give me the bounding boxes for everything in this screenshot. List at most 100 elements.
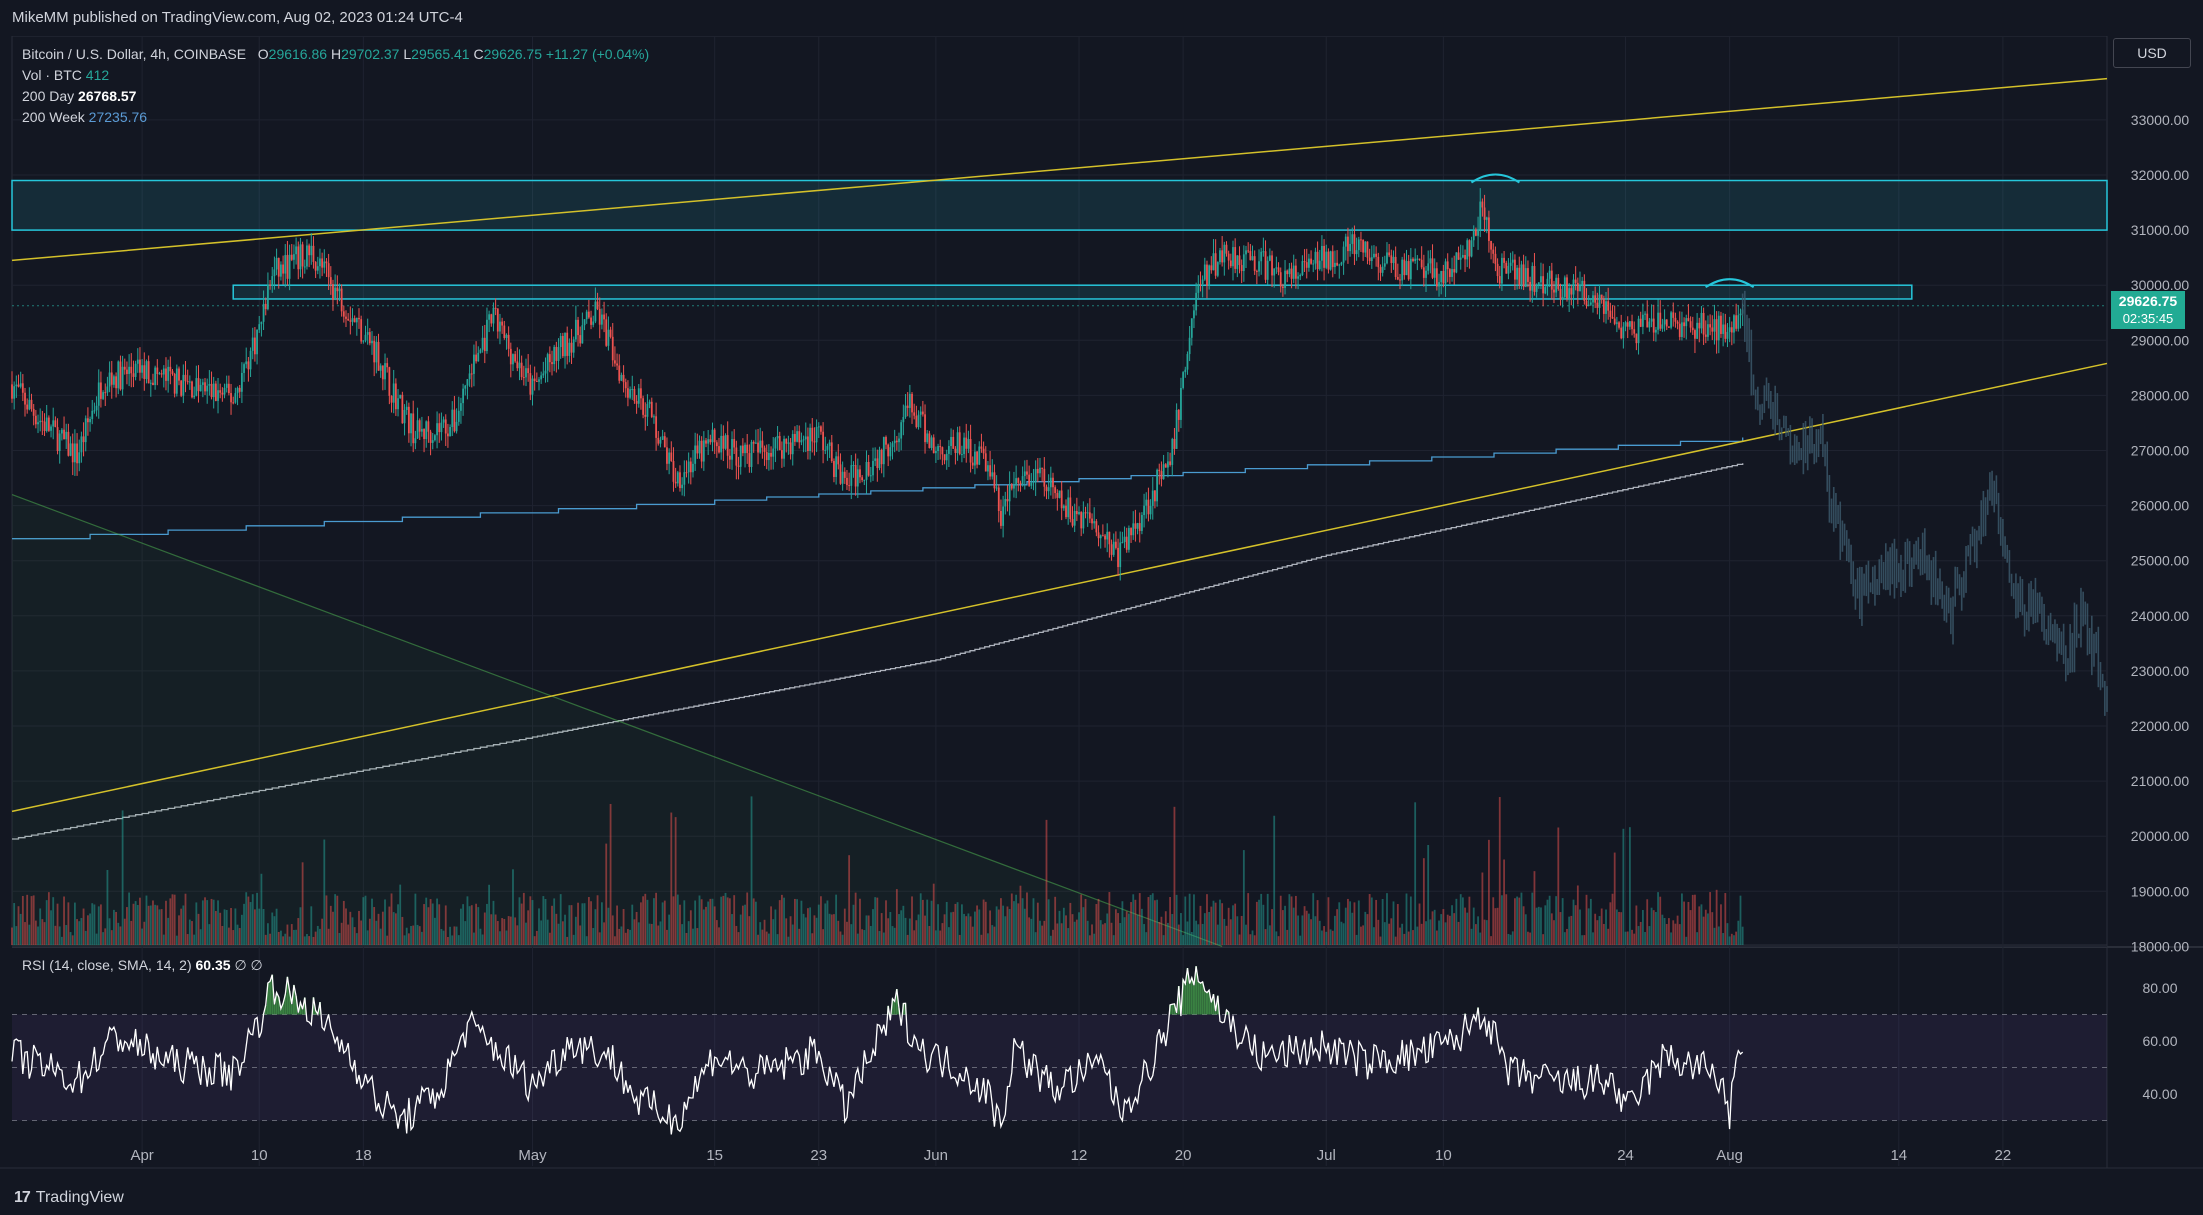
candle[interactable] <box>240 372 243 392</box>
candle[interactable] <box>1537 282 1540 285</box>
candle[interactable] <box>657 437 660 444</box>
candle[interactable] <box>709 439 712 443</box>
candle[interactable] <box>1696 322 1699 339</box>
candle[interactable] <box>1156 469 1158 502</box>
candle[interactable] <box>765 452 768 461</box>
candle[interactable] <box>347 318 350 321</box>
candle[interactable] <box>919 411 922 415</box>
candle[interactable] <box>1049 477 1052 488</box>
candle[interactable] <box>971 462 974 466</box>
candle[interactable] <box>199 384 202 392</box>
candle[interactable] <box>728 455 731 460</box>
candle[interactable] <box>663 436 666 448</box>
candle[interactable] <box>902 416 905 423</box>
candle[interactable] <box>982 448 985 454</box>
candle[interactable] <box>1123 536 1126 543</box>
candle[interactable] <box>1277 267 1280 273</box>
candle[interactable] <box>1010 484 1013 489</box>
candle[interactable] <box>1459 257 1462 260</box>
candle[interactable] <box>206 385 209 392</box>
candle[interactable] <box>1425 270 1427 278</box>
candle[interactable] <box>1557 277 1560 289</box>
candle[interactable] <box>50 426 52 431</box>
candle[interactable] <box>1088 512 1091 519</box>
candle[interactable] <box>1127 528 1130 550</box>
candle[interactable] <box>538 379 540 382</box>
candle[interactable] <box>1000 510 1002 526</box>
candle[interactable] <box>843 471 846 478</box>
candle[interactable] <box>830 442 833 462</box>
candle[interactable] <box>1403 259 1406 276</box>
candle[interactable] <box>126 369 128 374</box>
candle[interactable] <box>438 423 441 433</box>
candle[interactable] <box>974 451 976 466</box>
candle[interactable] <box>247 361 250 370</box>
candle[interactable] <box>644 414 647 417</box>
candle[interactable] <box>1609 310 1612 318</box>
candle[interactable] <box>570 342 573 353</box>
candle[interactable] <box>1622 326 1625 339</box>
candle[interactable] <box>473 354 475 374</box>
candle[interactable] <box>711 429 714 443</box>
candle[interactable] <box>757 442 759 453</box>
candle[interactable] <box>835 456 838 477</box>
candle[interactable] <box>321 258 324 268</box>
candle[interactable] <box>67 431 70 456</box>
candle[interactable] <box>186 381 189 383</box>
candle[interactable] <box>685 472 688 474</box>
candle[interactable] <box>987 465 989 472</box>
candle[interactable] <box>30 399 33 409</box>
candle[interactable] <box>188 381 191 383</box>
candle[interactable] <box>1498 276 1501 284</box>
candle[interactable] <box>587 311 590 318</box>
candle[interactable] <box>204 382 206 392</box>
candle[interactable] <box>1676 321 1679 324</box>
candle[interactable] <box>1242 254 1245 272</box>
candle[interactable] <box>267 284 269 310</box>
candle[interactable] <box>1329 251 1332 270</box>
candle[interactable] <box>1711 327 1714 332</box>
candle[interactable] <box>696 445 699 454</box>
rsi-label[interactable]: RSI (14, close, SMA, 14, 2) <box>22 957 192 973</box>
candle[interactable] <box>1138 523 1141 531</box>
candle[interactable] <box>486 319 488 352</box>
candle[interactable] <box>1563 277 1566 297</box>
candle[interactable] <box>1472 229 1475 241</box>
candle[interactable] <box>377 341 380 371</box>
candle[interactable] <box>1633 329 1636 334</box>
resistance-zone-1[interactable] <box>11 179 2108 231</box>
candle[interactable] <box>1399 279 1401 281</box>
candle[interactable] <box>1071 519 1074 526</box>
candle[interactable] <box>783 438 785 459</box>
candle[interactable] <box>1594 295 1597 303</box>
candle[interactable] <box>1511 259 1514 263</box>
candle[interactable] <box>460 403 462 411</box>
candle[interactable] <box>1108 531 1111 545</box>
candle[interactable] <box>635 400 638 404</box>
candle[interactable] <box>1668 326 1670 328</box>
candle[interactable] <box>1149 505 1152 515</box>
candle[interactable] <box>475 354 478 362</box>
candle[interactable] <box>859 469 861 478</box>
candle[interactable] <box>655 416 658 438</box>
candle[interactable] <box>648 401 651 404</box>
candle[interactable] <box>1576 282 1579 292</box>
candle[interactable] <box>208 383 211 386</box>
candle[interactable] <box>1535 284 1538 292</box>
candle[interactable] <box>158 373 161 375</box>
candle[interactable] <box>1240 265 1243 272</box>
candle[interactable] <box>1195 292 1198 311</box>
candle[interactable] <box>453 409 456 432</box>
candle[interactable] <box>193 395 196 398</box>
candle[interactable] <box>503 325 506 339</box>
candle[interactable] <box>932 437 935 454</box>
candle[interactable] <box>95 405 98 411</box>
candle[interactable] <box>288 254 291 279</box>
candle[interactable] <box>1060 490 1063 509</box>
candle[interactable] <box>1186 354 1189 370</box>
candle[interactable] <box>672 461 675 482</box>
candle[interactable] <box>739 445 742 467</box>
candle[interactable] <box>182 374 185 396</box>
candle[interactable] <box>1340 262 1343 265</box>
candle[interactable] <box>293 254 295 260</box>
